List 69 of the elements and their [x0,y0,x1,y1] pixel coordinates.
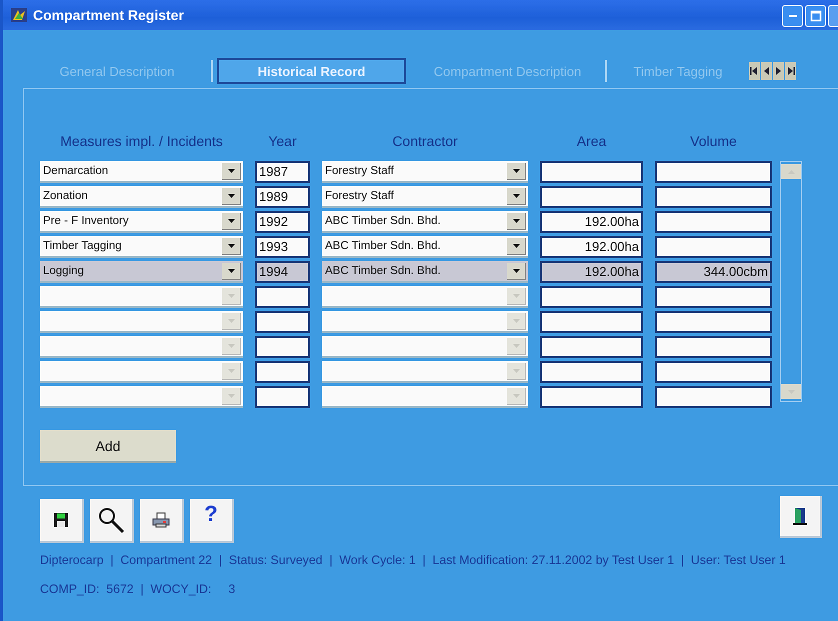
area-field[interactable] [540,186,643,208]
year-field[interactable] [255,386,310,408]
area-field[interactable] [540,386,643,408]
measure-dropdown[interactable]: Demarcation [40,161,243,183]
maximize-icon [810,10,822,22]
help-button[interactable]: ? [190,499,234,543]
contractor-dropdown[interactable]: Forestry Staff [322,161,528,183]
door-icon [792,507,808,525]
area-field[interactable]: 192.00ha [540,236,643,258]
app-icon [11,8,27,22]
maximize-button[interactable] [805,5,826,27]
previous-tab-button[interactable] [761,62,772,80]
volume-field[interactable] [655,161,772,183]
measure-dropdown[interactable]: Zonation [40,186,243,208]
year-field[interactable] [255,286,310,308]
measure-dropdown[interactable]: Pre - F Inventory [40,211,243,233]
year-field[interactable] [255,311,310,333]
print-button[interactable] [140,499,184,543]
column-header: Year [268,133,297,151]
volume-field[interactable] [655,361,772,383]
column-header: Measures impl. / Incidents [60,133,223,151]
status-text: COMP_ID: 5672 | WOCY_ID: 3 [40,582,236,596]
next-tab-button[interactable] [773,62,784,80]
volume-field[interactable] [655,286,772,308]
volume-field[interactable] [655,211,772,233]
contractor-dropdown[interactable]: Forestry Staff [322,186,528,208]
exit-button[interactable] [780,496,822,538]
first-tab-button[interactable] [749,62,760,80]
contractor-dropdown[interactable]: ABC Timber Sdn. Bhd. [322,261,528,283]
skip-left-icon [749,65,760,77]
search-icon [97,506,125,534]
last-tab-button[interactable] [785,62,796,80]
measure-dropdown[interactable]: Timber Tagging [40,236,243,258]
volume-field[interactable] [655,336,772,358]
year-field[interactable]: 1993 [255,236,310,258]
close-button[interactable] [828,5,838,27]
volume-field[interactable] [655,311,772,333]
contractor-dropdown[interactable]: ABC Timber Sdn. Bhd. [322,211,528,233]
printer-icon [152,512,170,528]
year-field[interactable]: 1989 [255,186,310,208]
search-button[interactable] [90,499,134,543]
column-header: Volume [690,133,737,151]
volume-field[interactable] [655,386,772,408]
skip-right-icon [785,65,796,77]
save-button[interactable] [40,499,84,543]
area-field[interactable] [540,336,643,358]
year-field[interactable]: 1992 [255,211,310,233]
volume-field[interactable]: 344.00cbm [655,261,772,283]
year-field[interactable] [255,361,310,383]
area-field[interactable]: 192.00ha [540,261,643,283]
column-header: Area [576,133,606,151]
volume-field[interactable] [655,186,772,208]
area-field[interactable]: 192.00ha [540,211,643,233]
area-field[interactable] [540,361,643,383]
area-field[interactable] [540,161,643,183]
column-header: Contractor [392,133,458,151]
status-text: Dipterocarp | Compartment 22 | Status: Surveyed | Work Cycle: 1 | Last Modification: 27.11.2002 by Test User 1 | User: Test User 1 [40,553,787,567]
measure-dropdown[interactable]: Logging [40,261,243,283]
volume-field[interactable] [655,236,772,258]
area-field[interactable] [540,311,643,333]
year-field[interactable] [255,336,310,358]
minimize-icon [788,15,796,17]
year-field[interactable]: 1987 [255,161,310,183]
window-title: Compartment Register [33,7,185,23]
add-button[interactable]: Add [40,430,176,463]
contractor-dropdown[interactable]: ABC Timber Sdn. Bhd. [322,236,528,258]
year-field[interactable]: 1994 [255,261,310,283]
minimize-button[interactable] [782,5,803,27]
area-field[interactable] [540,286,643,308]
